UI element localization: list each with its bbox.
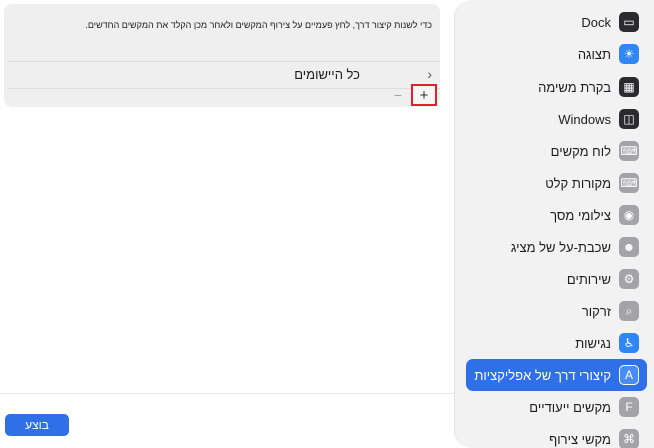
- sidebar-item[interactable]: מקורות קלט ⌨: [466, 167, 647, 199]
- divider: [8, 88, 440, 89]
- settings-sidebar: Dock ▭ תצוגה ☀ בקרת משימה ▦ Windows ◫ לוח מקשים ⌨…: [454, 0, 654, 448]
- sidebar-item-label: שירותים: [566, 271, 611, 287]
- sidebar-item[interactable]: צילומי מסך ◉: [466, 199, 647, 231]
- sidebar-item[interactable]: Dock ▭: [466, 6, 647, 38]
- sidebar-item[interactable]: נגישות ♿: [466, 327, 647, 359]
- sidebar-item-label: שכבת-על של מציג: [510, 239, 611, 255]
- divider: [8, 61, 440, 62]
- sidebar-item-label: מקורות קלט: [545, 175, 611, 191]
- function-keys-icon: F: [619, 397, 639, 417]
- accessibility-icon: ♿: [619, 333, 639, 353]
- sidebar-item[interactable]: שכבת-על של מציג ☻: [466, 231, 647, 263]
- sidebar-item-label: זרקור: [581, 303, 611, 319]
- remove-shortcut-button[interactable]: −: [388, 84, 408, 106]
- sidebar-item-label: לוח מקשים: [550, 143, 611, 159]
- spotlight-search-icon: ⌕: [619, 301, 639, 321]
- sidebar-item-label: בקרת משימה: [538, 79, 611, 95]
- sidebar-item-label: Windows: [558, 111, 611, 127]
- sidebar-item[interactable]: שירותים ⚙: [466, 263, 647, 295]
- input-sources-icon: ⌨: [619, 173, 639, 193]
- shortcuts-panel: כדי לשנות קיצור דרך, לחץ פעמיים על צירוף…: [4, 4, 440, 107]
- sidebar-item[interactable]: Windows ◫: [466, 103, 647, 135]
- sidebar-item-label: צילומי מסך: [550, 207, 611, 223]
- add-shortcut-button[interactable]: +: [411, 84, 437, 106]
- chevron-right-icon[interactable]: ›: [427, 66, 432, 82]
- keyboard-icon: ⌨: [619, 141, 639, 161]
- app-store-icon: A: [619, 365, 639, 385]
- display-brightness-icon: ☀: [619, 44, 639, 64]
- windows-icon: ◫: [619, 109, 639, 129]
- sidebar-item-label: מקשי צירוף: [549, 431, 611, 447]
- sidebar-item[interactable]: מקשי צירוף ⌘: [466, 423, 647, 448]
- mission-control-icon: ▦: [619, 77, 639, 97]
- sidebar-item-label: מקשים ייעודיים: [529, 399, 611, 415]
- sidebar-item-label: קיצורי דרך של אפליקציות: [474, 367, 611, 383]
- done-button[interactable]: בוצע: [5, 414, 69, 436]
- all-applications-row[interactable]: כל היישומים ›: [8, 63, 440, 87]
- footer-divider: [0, 393, 454, 394]
- sidebar-item[interactable]: לוח מקשים ⌨: [466, 135, 647, 167]
- dock-icon: ▭: [619, 12, 639, 32]
- sidebar-item[interactable]: בקרת משימה ▦: [466, 71, 647, 103]
- instructions-text: כדי לשנות קיצור דרך, לחץ פעמיים על צירוף…: [85, 20, 432, 30]
- sidebar-item[interactable]: זרקור ⌕: [466, 295, 647, 327]
- sidebar-item-label: Dock: [581, 14, 611, 30]
- screenshot-camera-icon: ◉: [619, 205, 639, 225]
- command-key-icon: ⌘: [619, 429, 639, 448]
- services-gear-icon: ⚙: [619, 269, 639, 289]
- sidebar-item-label: תצוגה: [577, 46, 611, 62]
- sidebar-item[interactable]: קיצורי דרך של אפליקציות A: [466, 359, 647, 391]
- sidebar-item[interactable]: מקשים ייעודיים F: [466, 391, 647, 423]
- all-applications-label: כל היישומים: [294, 67, 360, 82]
- presenter-overlay-icon: ☻: [619, 237, 639, 257]
- sidebar-item[interactable]: תצוגה ☀: [466, 38, 647, 70]
- sidebar-item-label: נגישות: [575, 335, 611, 351]
